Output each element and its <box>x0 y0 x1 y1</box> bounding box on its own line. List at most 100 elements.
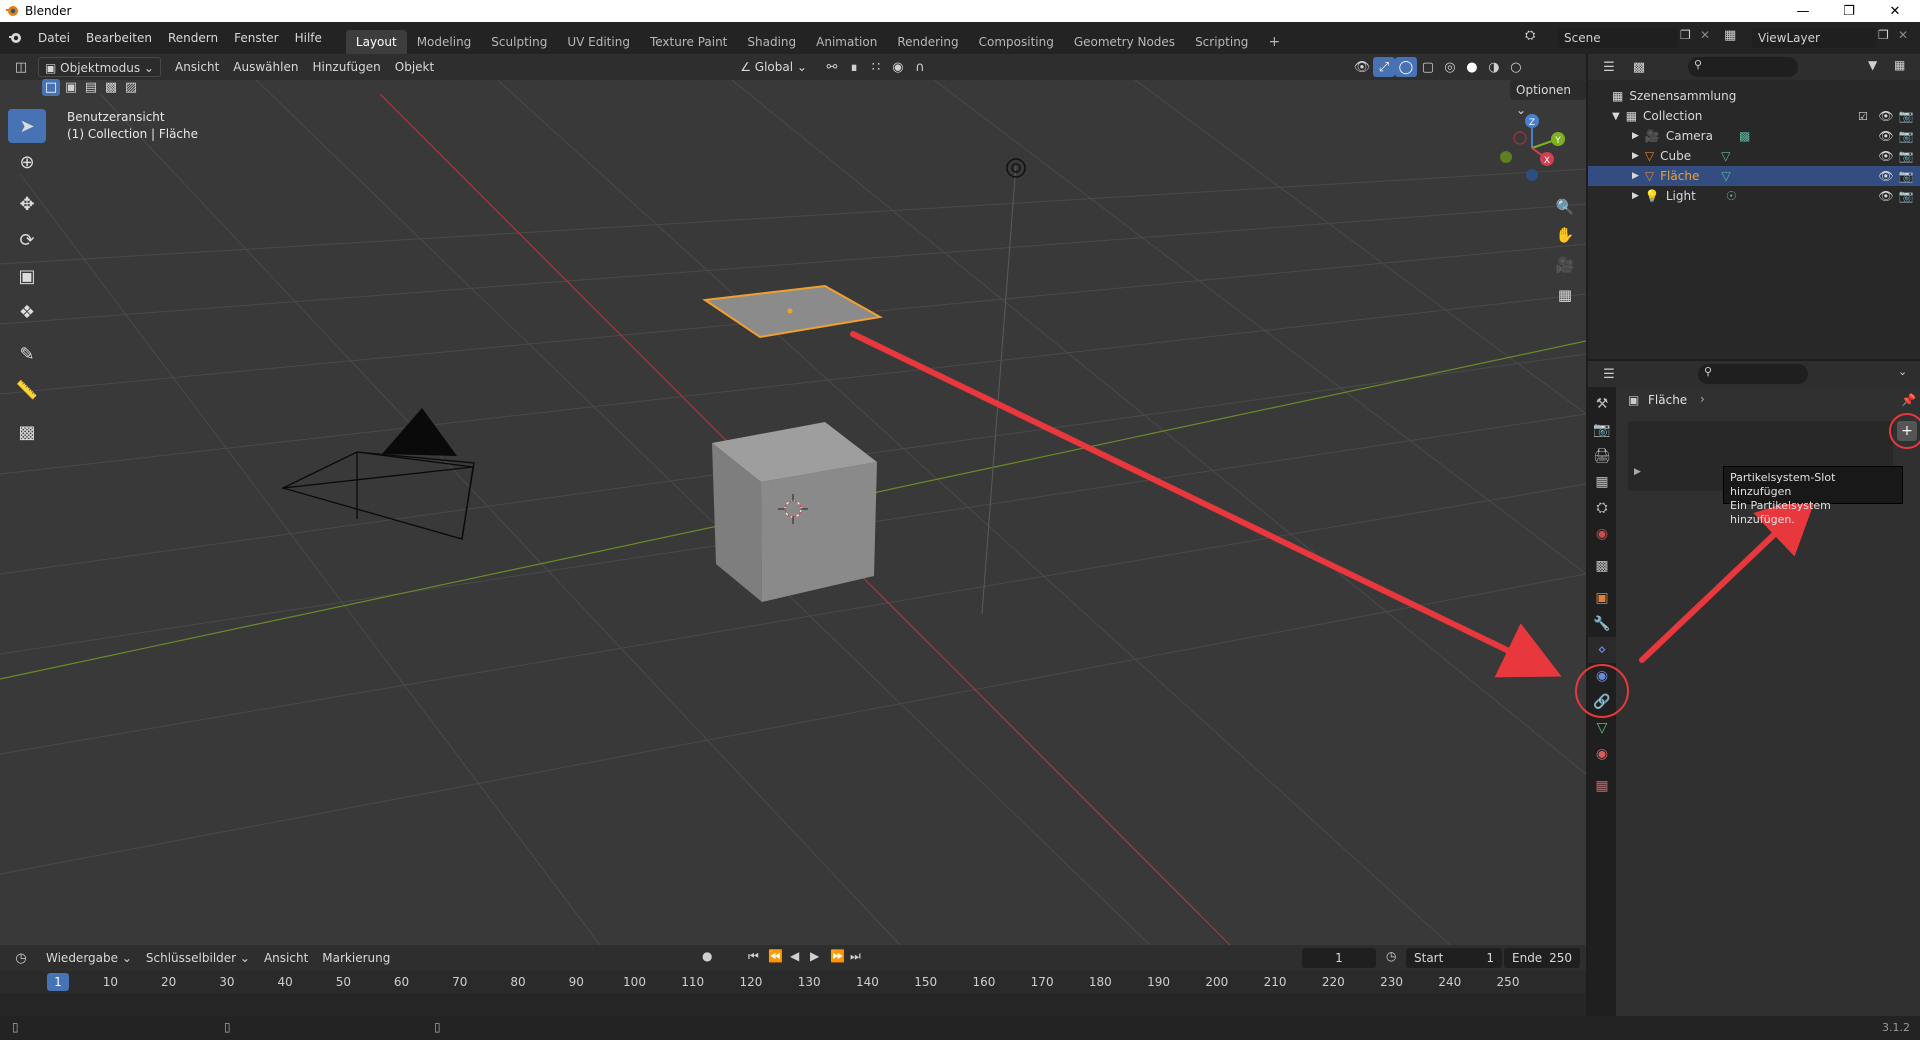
camera-view-icon[interactable]: 🎥 <box>1552 252 1578 278</box>
tab-shading[interactable]: Shading <box>737 30 806 54</box>
start-frame-field[interactable]: Start 1 <box>1406 948 1502 968</box>
menu-hinzufuegen[interactable]: Hinzufügen <box>306 57 386 77</box>
scene-browse-icon[interactable]: ⛭ <box>1525 28 1535 43</box>
overlay-toggle-icon[interactable]: ◯ <box>1394 57 1417 77</box>
play-reverse-icon[interactable]: ◀ <box>790 949 799 963</box>
tab-sculpting[interactable]: Sculpting <box>481 30 557 54</box>
expand-arrow-icon[interactable]: ▶ <box>1632 171 1639 181</box>
modifier-tab-icon[interactable]: 🔧 <box>1588 611 1616 637</box>
expand-arrow-icon[interactable]: ▶ <box>1634 467 1641 477</box>
tab-layout[interactable]: Layout <box>345 30 407 54</box>
object-tab-icon[interactable]: ▣ <box>1588 585 1616 611</box>
preview-range-icon[interactable]: ◷ <box>1386 949 1396 963</box>
select-extend-icon[interactable]: ▣ <box>62 79 80 96</box>
play-icon[interactable]: ▶ <box>810 949 819 963</box>
render-camera-icon[interactable]: 📷 <box>1898 189 1914 203</box>
eye-icon[interactable]: 👁 <box>1878 189 1894 203</box>
new-scene-icon[interactable]: ❐ <box>1680 28 1691 42</box>
expand-arrow-icon[interactable]: ▶ <box>1632 151 1639 161</box>
material-shading-icon[interactable]: ◑ <box>1483 57 1505 77</box>
filter-icon[interactable]: ▼ <box>1868 58 1877 72</box>
render-camera-icon[interactable]: 📷 <box>1898 149 1914 163</box>
options-dropdown[interactable]: Optionen ⌄ <box>1510 80 1586 117</box>
menu-wiedergabe[interactable]: Wiedergabe ⌄ <box>40 948 138 968</box>
minimize-icon[interactable]: — <box>1780 0 1826 22</box>
delete-scene-icon[interactable]: ✕ <box>1700 28 1710 42</box>
viewlayer-selector[interactable]: ViewLayer <box>1752 28 1876 48</box>
tab-compositing[interactable]: Compositing <box>969 30 1064 54</box>
properties-search-input[interactable]: ⚲ <box>1698 364 1808 384</box>
tab-modeling[interactable]: Modeling <box>407 30 482 54</box>
snap-target-icon[interactable]: ∷ <box>865 57 887 77</box>
menu-bearbeiten[interactable]: Bearbeiten <box>78 22 160 54</box>
render-camera-icon[interactable]: 📷 <box>1898 109 1914 123</box>
move-tool[interactable]: ✥ <box>8 187 46 221</box>
menu-ansicht-timeline[interactable]: Ansicht <box>258 948 314 968</box>
tab-animation[interactable]: Animation <box>806 30 887 54</box>
transform-tool[interactable]: ❖ <box>8 295 46 329</box>
rotate-tool[interactable]: ⟳ <box>8 223 46 257</box>
chevron-down-icon[interactable]: ⌄ <box>1898 365 1907 378</box>
tab-uv-editing[interactable]: UV Editing <box>557 30 640 54</box>
select-subtract-icon[interactable]: ▤ <box>82 79 100 96</box>
collection-checkbox[interactable]: ☑ <box>1858 110 1868 123</box>
restore-icon[interactable]: ❐ <box>1826 0 1872 22</box>
select-box-tool[interactable]: ➤ <box>8 109 46 143</box>
tree-row-collection[interactable]: ▼ ▦ Collection ☑ 👁 📷 <box>1588 106 1920 126</box>
eye-icon[interactable]: 👁 <box>1878 149 1894 163</box>
tree-row-scene-collection[interactable]: ▦ Szenensammlung <box>1588 86 1920 106</box>
world-tab-icon[interactable]: ◉ <box>1588 521 1616 547</box>
tree-row-light[interactable]: ▶ 💡 Light ☉ 👁 📷 <box>1588 186 1920 206</box>
new-collection-icon[interactable]: ▦ <box>1894 58 1905 72</box>
timeline-ruler[interactable]: 1102030405060708090100110120130140150160… <box>0 971 1586 993</box>
jump-end-icon[interactable]: ⏭ <box>850 949 861 964</box>
cursor-tool[interactable]: ⊕ <box>8 145 46 179</box>
menu-hilfe[interactable]: Hilfe <box>287 22 330 54</box>
eye-icon[interactable]: 👁 <box>1878 129 1894 143</box>
tab-scripting[interactable]: Scripting <box>1185 30 1258 54</box>
prev-keyframe-icon[interactable]: ⏪ <box>768 949 783 963</box>
render-camera-icon[interactable]: 📷 <box>1898 169 1914 183</box>
expand-arrow-icon[interactable]: ▶ <box>1632 191 1639 201</box>
solid-shading-icon[interactable]: ● <box>1461 57 1483 77</box>
measure-tool[interactable]: 📏 <box>8 373 46 407</box>
particles-tab-icon[interactable]: ⋄ <box>1588 637 1616 663</box>
falloff-icon[interactable]: ∩ <box>909 57 931 77</box>
menu-auswaehlen[interactable]: Auswählen <box>227 57 304 77</box>
outliner-search-input[interactable]: ⚲ <box>1688 57 1798 77</box>
jump-start-icon[interactable]: ⏮ <box>748 949 759 964</box>
current-frame-field[interactable]: 1 <box>1302 948 1376 968</box>
annotate-tool[interactable]: ✎ <box>8 337 46 371</box>
view-layer-tab-icon[interactable]: ▦ <box>1588 469 1616 495</box>
navigation-gizmo[interactable]: Z Y X <box>1492 108 1572 188</box>
menu-schluesselbilder[interactable]: Schlüsselbilder ⌄ <box>140 948 256 968</box>
eye-icon[interactable]: 👁 <box>1878 109 1894 123</box>
tree-row-camera[interactable]: ▶ 🎥 Camera ▩ 👁 📷 <box>1588 126 1920 146</box>
scale-tool[interactable]: ▣ <box>8 259 46 293</box>
pin-icon[interactable]: 📌 <box>1901 393 1916 407</box>
material-tab-icon[interactable]: ◉ <box>1588 741 1616 767</box>
pivot-point-icon[interactable]: ⚯ <box>821 57 843 77</box>
menu-datei[interactable]: Datei <box>30 22 78 54</box>
scene-selector[interactable]: Scene <box>1558 28 1678 48</box>
collection-tab-icon[interactable]: ▩ <box>1588 553 1616 579</box>
gizmo-toggle-icon[interactable]: ⤢ <box>1372 57 1395 77</box>
tab-texture-paint[interactable]: Texture Paint <box>640 30 737 54</box>
object-mode-dropdown[interactable]: ▣ Objektmodus ⌄ <box>38 57 161 77</box>
render-camera-icon[interactable]: 📷 <box>1898 129 1914 143</box>
delete-viewlayer-icon[interactable]: ✕ <box>1898 28 1908 42</box>
menu-markierung[interactable]: Markierung <box>316 948 396 968</box>
tree-row-flaeche[interactable]: ▶ ▽ Fläche ▽ 👁 📷 <box>1588 166 1920 186</box>
expand-arrow-icon[interactable]: ▶ <box>1632 131 1639 141</box>
add-workspace-button[interactable]: + <box>1258 30 1290 54</box>
next-keyframe-icon[interactable]: ⏩ <box>830 949 845 963</box>
display-mode-icon[interactable]: ▩ <box>1628 57 1650 77</box>
visibility-icon[interactable]: 👁 <box>1351 57 1373 77</box>
camera-object[interactable] <box>281 408 475 540</box>
3d-viewport[interactable]: ◫ ▣ Objektmodus ⌄ Ansicht Auswählen Hinz… <box>0 54 1586 945</box>
cube-object[interactable] <box>712 422 877 602</box>
tree-row-cube[interactable]: ▶ ▽ Cube ▽ 👁 📷 <box>1588 146 1920 166</box>
add-cube-tool[interactable]: ▩ <box>8 415 46 449</box>
close-icon[interactable]: ✕ <box>1872 0 1918 22</box>
menu-rendern[interactable]: Rendern <box>160 22 226 54</box>
